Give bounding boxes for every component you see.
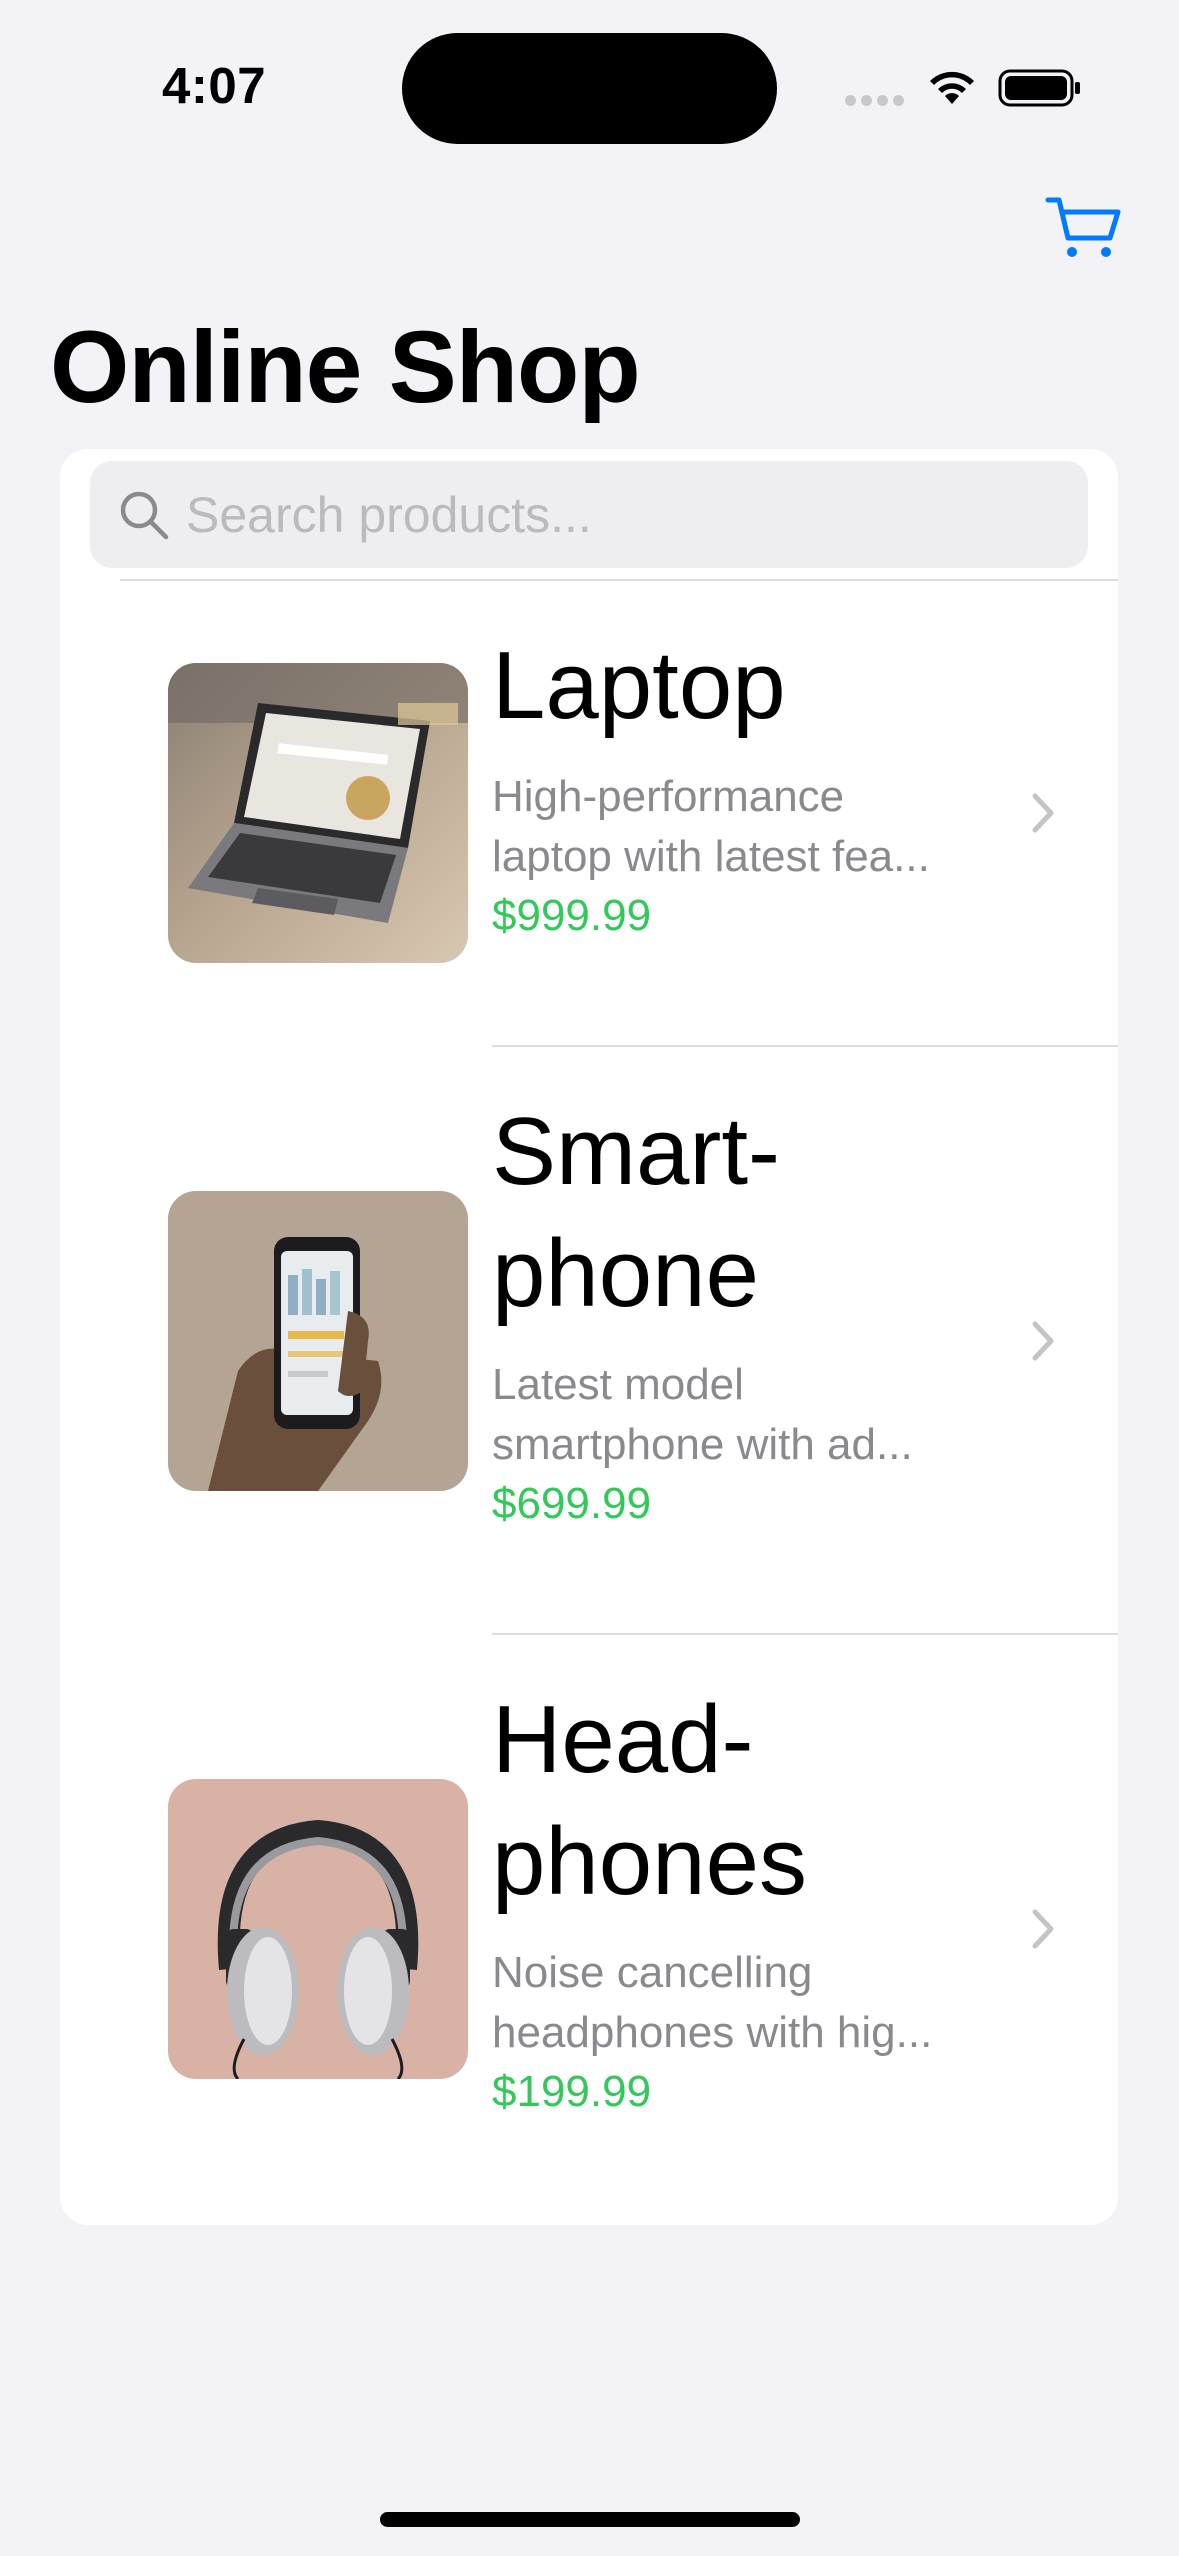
product-description: Latest model smartphone with ad...: [492, 1360, 913, 1469]
smartphone-photo: [168, 1191, 468, 1491]
product-price: $999.99: [492, 891, 652, 940]
headphones-photo: [168, 1779, 468, 2079]
battery-icon: [998, 69, 1080, 107]
page-title: Online Shop: [50, 310, 641, 424]
chevron-right-icon: [1032, 1321, 1054, 1361]
product-price: $699.99: [492, 1479, 652, 1528]
chevron-right-icon: [1032, 793, 1054, 833]
search-bar[interactable]: [90, 461, 1088, 568]
product-list: Laptop High-performance laptop with late…: [60, 449, 1118, 2225]
chevron-right-icon: [1032, 1909, 1054, 1949]
cart-icon[interactable]: [1044, 192, 1124, 262]
product-name: Laptop: [492, 632, 786, 739]
wifi-icon: [930, 71, 974, 104]
product-row-smartphone[interactable]: Smart- phone Latest model smartphone wit…: [60, 1047, 1118, 1635]
search-input[interactable]: [186, 461, 1066, 568]
status-time: 4:07: [162, 57, 267, 114]
product-description: High-performance laptop with latest fea.…: [492, 772, 930, 881]
product-price: $199.99: [492, 2067, 652, 2116]
product-name: Smart- phone: [492, 1098, 780, 1327]
home-indicator[interactable]: [380, 2512, 800, 2527]
cellular-signal-icon: [845, 95, 905, 107]
product-row-headphones[interactable]: Head- phones Noise cancelling headphones…: [60, 1635, 1118, 2195]
dynamic-island: [402, 33, 777, 144]
laptop-photo: [168, 663, 468, 963]
product-name: Head- phones: [492, 1686, 807, 1915]
product-row-laptop[interactable]: Laptop High-performance laptop with late…: [60, 581, 1118, 1051]
product-description: Noise cancelling headphones with hig...: [492, 1948, 933, 2057]
search-icon: [120, 491, 169, 540]
